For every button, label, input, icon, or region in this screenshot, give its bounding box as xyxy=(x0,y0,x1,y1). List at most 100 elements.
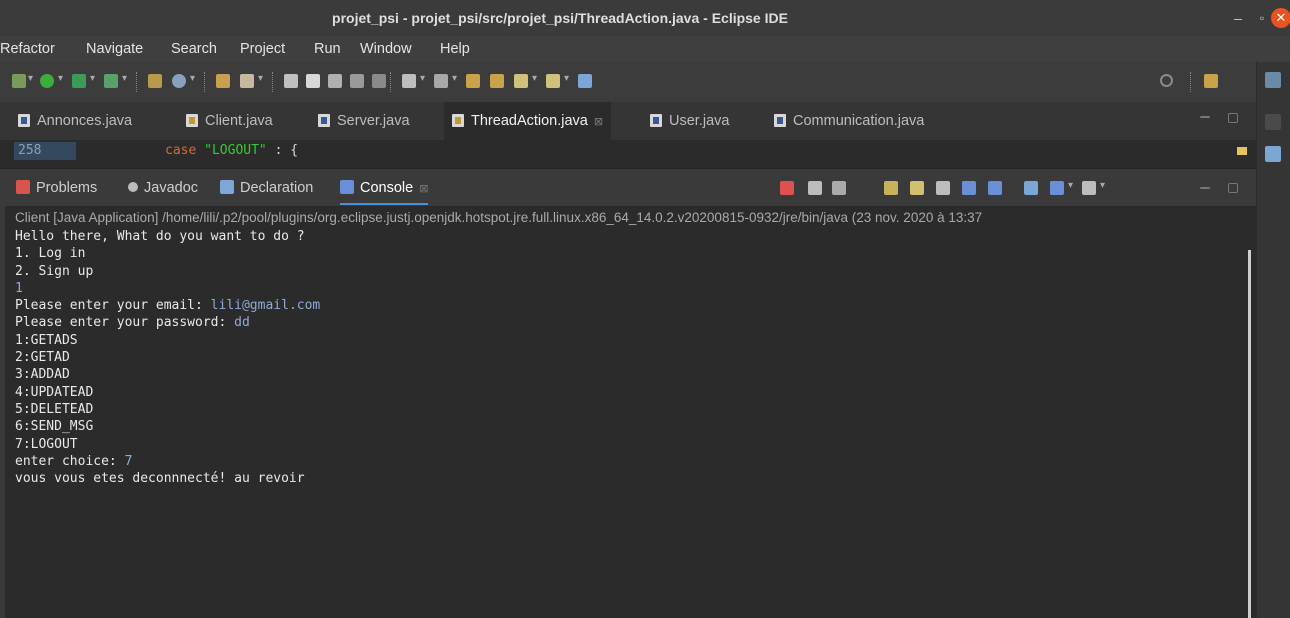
tab-threadaction-java[interactable]: ThreadAction.java ⊠ xyxy=(444,102,612,140)
chevron-down-icon[interactable]: ▾ xyxy=(258,73,263,84)
chevron-down-icon[interactable]: ▾ xyxy=(90,73,95,84)
menu-run[interactable]: Run xyxy=(314,36,341,62)
menu-help[interactable]: Help xyxy=(440,36,470,62)
maximize-button[interactable]: ▫ xyxy=(1252,8,1272,28)
menu-refactor[interactable]: Refactor xyxy=(0,36,55,62)
word-wrap-console-icon[interactable] xyxy=(936,181,950,195)
maximize-view-icon[interactable] xyxy=(1228,183,1238,193)
close-button[interactable]: ✕ xyxy=(1271,8,1290,28)
minimize-view-icon[interactable] xyxy=(1200,116,1210,118)
new-java-project-icon[interactable] xyxy=(148,74,162,88)
tab-problems[interactable]: Problems xyxy=(16,169,97,207)
show-on-stderr-icon[interactable] xyxy=(988,181,1002,195)
console-line: 3:ADDAD xyxy=(15,366,320,383)
pin-console-icon[interactable] xyxy=(1024,181,1038,195)
maximize-view-icon[interactable] xyxy=(1228,113,1238,123)
chevron-down-icon[interactable]: ▾ xyxy=(58,73,63,84)
console-output-text: 3:ADDAD xyxy=(15,367,70,383)
tab-console[interactable]: Console ⊠ xyxy=(340,169,429,207)
chevron-down-icon[interactable]: ▾ xyxy=(532,73,537,84)
open-type-icon[interactable] xyxy=(216,74,230,88)
left-border xyxy=(0,206,5,618)
java-class-icon xyxy=(452,114,464,127)
new-icon[interactable] xyxy=(12,74,26,88)
console-line: 7:LOGOUT xyxy=(15,436,320,453)
show-on-stdout-icon[interactable] xyxy=(962,181,976,195)
word-wrap-icon[interactable] xyxy=(350,74,364,88)
console-line: 2:GETAD xyxy=(15,349,320,366)
chevron-down-icon[interactable]: ▾ xyxy=(28,73,33,84)
toolbar-separator xyxy=(1190,72,1192,92)
forward-edit-icon[interactable] xyxy=(490,74,504,88)
previous-annotation-icon[interactable] xyxy=(434,74,448,88)
terminate-icon[interactable] xyxy=(780,181,794,195)
debug-icon[interactable] xyxy=(40,74,54,88)
chevron-down-icon[interactable]: ▾ xyxy=(122,73,127,84)
scroll-lock-icon[interactable] xyxy=(910,181,924,195)
tab-communication-java[interactable]: Communication.java xyxy=(774,102,924,140)
console-line: 4:UPDATEAD xyxy=(15,384,320,401)
show-whitespace-icon[interactable] xyxy=(372,74,386,88)
menu-project[interactable]: Project xyxy=(240,36,285,62)
block-selection-icon[interactable] xyxy=(328,74,342,88)
last-edit-icon[interactable] xyxy=(466,74,480,88)
close-tab-icon[interactable]: ⊠ xyxy=(594,116,603,128)
minimize-button[interactable]: – xyxy=(1228,8,1248,28)
chevron-down-icon[interactable]: ▾ xyxy=(1068,180,1073,191)
remove-all-terminated-icon[interactable] xyxy=(832,181,846,195)
overview-ruler-marker[interactable] xyxy=(1237,147,1247,155)
line-number: 258 xyxy=(14,142,76,160)
tab-javadoc[interactable]: Javadoc xyxy=(128,169,198,207)
console-line: 1:GETADS xyxy=(15,332,320,349)
java-perspective-icon[interactable] xyxy=(1265,72,1281,88)
clear-console-icon[interactable] xyxy=(884,181,898,195)
mark-occurrences-icon[interactable] xyxy=(306,74,320,88)
tab-label: Annonces.java xyxy=(37,113,133,129)
console-user-input: dd xyxy=(234,315,250,331)
code-editor[interactable]: 258 case "LOGOUT" : { xyxy=(0,140,1256,168)
tab-declaration[interactable]: Declaration xyxy=(220,169,313,207)
java-class-icon xyxy=(186,114,198,127)
chevron-down-icon[interactable]: ▾ xyxy=(190,73,195,84)
chevron-down-icon[interactable]: ▾ xyxy=(1100,180,1105,191)
next-annotation-icon[interactable] xyxy=(402,74,416,88)
back-arrow-icon[interactable] xyxy=(514,74,528,88)
chevron-down-icon[interactable]: ▾ xyxy=(564,73,569,84)
chevron-down-icon[interactable]: ▾ xyxy=(452,73,457,84)
tab-client-java[interactable]: Client.java xyxy=(186,102,273,140)
console-user-input: lili@gmail.com xyxy=(210,298,321,314)
forward-arrow-icon[interactable] xyxy=(546,74,560,88)
console-line: 1 xyxy=(15,280,320,297)
menu-navigate[interactable]: Navigate xyxy=(86,36,143,62)
run-icon[interactable] xyxy=(72,74,86,88)
tab-user-java[interactable]: User.java xyxy=(650,102,729,140)
new-class-icon[interactable] xyxy=(172,74,186,88)
console-line: Hello there, What do you want to do ? xyxy=(15,228,320,245)
display-console-icon[interactable] xyxy=(1050,181,1064,195)
console-output-text: Hello there, What do you want to do ? xyxy=(15,229,305,244)
menu-window[interactable]: Window xyxy=(360,36,412,62)
pin-editor-icon[interactable] xyxy=(578,74,592,88)
remove-launch-icon[interactable] xyxy=(808,181,822,195)
problems-icon xyxy=(16,180,30,194)
chevron-down-icon[interactable]: ▾ xyxy=(420,73,425,84)
restore-icon[interactable] xyxy=(1265,114,1281,130)
menu-search[interactable]: Search xyxy=(171,36,217,62)
console-scrollbar[interactable] xyxy=(1248,250,1251,618)
tab-server-java[interactable]: Server.java xyxy=(318,102,410,140)
tab-label: User.java xyxy=(669,113,730,129)
annotation-icon[interactable] xyxy=(284,74,298,88)
outline-icon[interactable] xyxy=(1265,146,1281,162)
tab-label: Communication.java xyxy=(793,113,925,129)
run-external-icon[interactable] xyxy=(104,74,118,88)
console-output: Hello there, What do you want to do ? 1. … xyxy=(15,228,320,487)
close-tab-icon[interactable]: ⊠ xyxy=(419,183,428,195)
minimize-view-icon[interactable] xyxy=(1200,187,1210,189)
console-view[interactable]: Client [Java Application] /home/lili/.p2… xyxy=(0,206,1256,618)
edit-icon[interactable] xyxy=(240,74,254,88)
open-console-icon[interactable] xyxy=(1082,181,1096,195)
tab-annonces-java[interactable]: Annonces.java xyxy=(18,102,132,140)
open-perspective-icon[interactable] xyxy=(1204,74,1218,88)
search-icon[interactable] xyxy=(1160,74,1173,87)
main-toolbar: ▾ ▾ ▾ ▾ ▾ ▾ ▾ ▾ ▾ ▾ xyxy=(0,62,1290,102)
